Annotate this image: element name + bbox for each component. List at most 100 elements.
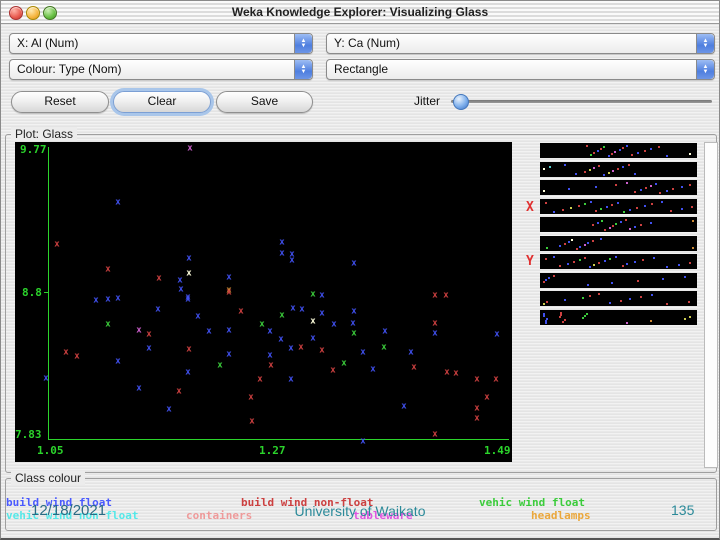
attribute-strip[interactable] (540, 236, 697, 251)
strip-dot (615, 184, 617, 186)
save-button[interactable]: Save (216, 91, 313, 113)
strip-dot (545, 279, 547, 281)
strip-dot (691, 206, 693, 208)
y-attribute-select[interactable]: Y: Ca (Num) ▲▼ (326, 33, 715, 54)
strips-scrollbar[interactable] (704, 142, 718, 468)
strip-dot (634, 173, 636, 175)
strip-dot (634, 226, 636, 228)
strip-dot (568, 241, 570, 243)
attribute-strip[interactable] (540, 217, 697, 232)
strip-dot (678, 264, 680, 266)
data-point: x (186, 345, 191, 355)
class-colour-title: Class colour (11, 471, 85, 485)
stepper-arrows-icon[interactable]: ▲▼ (696, 34, 714, 53)
strip-dot (655, 183, 657, 185)
data-point: x (185, 368, 190, 378)
strip-dot (611, 153, 613, 155)
strip-dot (545, 258, 547, 260)
strip-dot (650, 148, 652, 150)
attribute-strip[interactable] (540, 310, 697, 325)
strip-dot (684, 318, 686, 320)
strip-dot (573, 261, 575, 263)
attribute-strip[interactable] (540, 143, 697, 158)
data-point: x (115, 294, 120, 304)
strip-dot (612, 170, 614, 172)
data-point: x (136, 384, 141, 394)
jitter-slider-track[interactable] (451, 100, 712, 103)
attribute-strip[interactable] (540, 291, 697, 306)
strip-dot (575, 173, 577, 175)
strip-dot (598, 293, 600, 295)
data-point: x (155, 305, 160, 315)
strip-dot (645, 187, 647, 189)
strip-dot (644, 205, 646, 207)
data-point: x (432, 319, 437, 329)
strip-dot (622, 166, 624, 168)
strip-dot (587, 242, 589, 244)
strip-dot (562, 209, 564, 211)
data-point: x (187, 144, 192, 154)
strip-dot (593, 264, 595, 266)
strip-dot (593, 167, 595, 169)
attribute-strip[interactable] (540, 180, 697, 195)
data-point: x (226, 350, 231, 360)
x-attribute-select[interactable]: X: Al (Num) ▲▼ (9, 33, 313, 54)
strip-dot (661, 201, 663, 203)
strip-dot (597, 150, 599, 152)
strip-dot (589, 266, 591, 268)
clear-button[interactable]: Clear (113, 91, 211, 113)
attribute-strip[interactable] (540, 199, 697, 214)
shape-select[interactable]: Rectangle ▲▼ (326, 59, 715, 80)
colour-attribute-value: Colour: Type (Nom) (17, 62, 121, 76)
strip-dot (543, 281, 545, 283)
attribute-strip[interactable] (540, 273, 697, 288)
strip-dot (640, 296, 642, 298)
strip-dot (600, 238, 602, 240)
data-point: x (166, 405, 171, 415)
data-point: x (186, 254, 191, 264)
strip-dot (584, 244, 586, 246)
strip-dot (543, 303, 545, 305)
stepper-arrows-icon[interactable]: ▲▼ (294, 34, 312, 53)
data-point: x (259, 320, 264, 330)
strip-dot (589, 295, 591, 297)
jitter-slider-thumb[interactable] (453, 94, 469, 110)
plot-group-title: Plot: Glass (11, 127, 77, 141)
data-point: x (289, 256, 294, 266)
data-point: x (93, 296, 98, 306)
strip-dot (604, 260, 606, 262)
reset-button[interactable]: Reset (11, 91, 109, 113)
data-point: x (206, 327, 211, 337)
strip-dot (650, 185, 652, 187)
strip-dot (636, 207, 638, 209)
strip-dot (653, 257, 655, 259)
strip-dot (622, 265, 624, 267)
strip-dot (650, 222, 652, 224)
data-point: x (310, 334, 315, 344)
strip-dot (617, 202, 619, 204)
strip-dot (592, 224, 594, 226)
data-point: x (319, 291, 324, 301)
strip-dot (586, 145, 588, 147)
window-title: Weka Knowledge Explorer: Visualizing Gla… (1, 5, 719, 19)
data-point: x (341, 359, 346, 369)
data-point: x (226, 273, 231, 283)
data-point: x (279, 311, 284, 321)
stepper-arrows-icon[interactable]: ▲▼ (294, 60, 312, 79)
data-point: x (238, 307, 243, 317)
strip-dot (559, 265, 561, 267)
strip-dot (626, 182, 628, 184)
strip-dot (576, 248, 578, 250)
strip-dot (564, 164, 566, 166)
strip-dot (642, 259, 644, 261)
attribute-strip[interactable] (540, 162, 697, 177)
data-point: x (310, 290, 315, 300)
attribute-strip[interactable] (540, 254, 697, 269)
strip-dot (650, 320, 652, 322)
colour-attribute-select[interactable]: Colour: Type (Nom) ▲▼ (9, 59, 313, 80)
stepper-arrows-icon[interactable]: ▲▼ (696, 60, 714, 79)
y-attribute-value: Y: Ca (Num) (334, 36, 400, 50)
strip-dot (604, 229, 606, 231)
data-point: x (370, 365, 375, 375)
scatter-plot[interactable]: 9.77 8.8 7.83 1.05 1.27 1.49 xxxxxxxxxxx… (15, 142, 512, 462)
